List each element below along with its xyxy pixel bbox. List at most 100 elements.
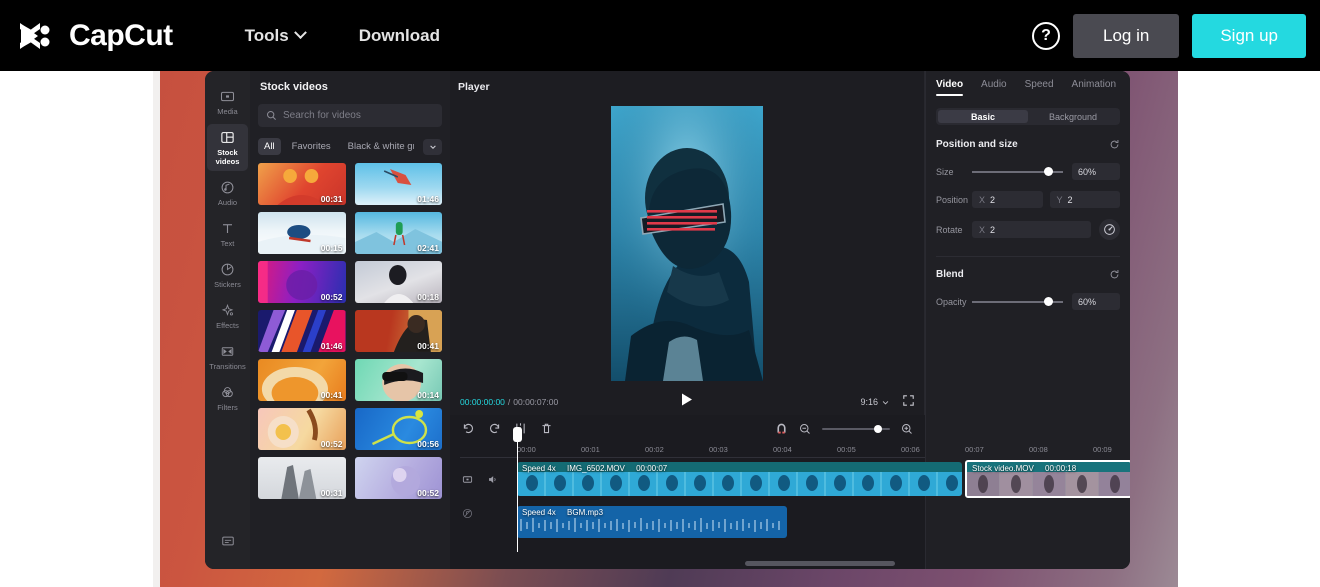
position-x-value: 2 [990, 194, 996, 205]
sidebar-item-transitions[interactable]: Transitions [207, 338, 248, 376]
stock-thumbnail[interactable]: 00:52 [258, 261, 346, 303]
position-x-input[interactable]: X 2 [972, 191, 1043, 208]
stock-thumbnail[interactable]: 01:46 [258, 310, 346, 352]
stock-thumbnail[interactable]: 00:41 [354, 310, 442, 352]
thumbnail-duration: 01:46 [417, 194, 439, 204]
chevron-down-icon[interactable] [423, 138, 442, 155]
sidebar-item-text-label: Text [220, 239, 235, 248]
size-slider[interactable] [972, 166, 1063, 176]
stock-thumbnail[interactable]: 00:52 [354, 457, 442, 499]
navbar-actions: ? Log in Sign up [1032, 13, 1306, 58]
aspect-ratio-selector[interactable]: 9:16 [860, 397, 889, 407]
filters-icon [222, 387, 233, 398]
timeline-clip-video-2[interactable]: Stock video.MOV 00:00:18 [965, 460, 1130, 498]
playhead[interactable] [513, 427, 522, 552]
effects-icon [221, 303, 234, 316]
search-input[interactable]: Search for videos [258, 104, 442, 127]
stock-thumbnail[interactable]: 00:31 [258, 163, 346, 205]
sidebar-item-audio[interactable]: Audio [207, 174, 248, 212]
sidebar-item-filters[interactable]: Filters [207, 379, 248, 417]
stock-thumbnail[interactable]: 00:41 [258, 359, 346, 401]
section-title: Position and size [936, 139, 1018, 150]
chip-black-and-white-group[interactable]: Black & white group [342, 138, 414, 155]
opacity-row: Opacity 60% [936, 293, 1120, 310]
stock-thumbnail[interactable]: 00:14 [354, 359, 442, 401]
sidebar-item-stickers[interactable]: Stickers [207, 256, 248, 294]
signup-button[interactable]: Sign up [1192, 13, 1306, 58]
tab-audio[interactable]: Audio [981, 79, 1007, 96]
opacity-slider-knob[interactable] [1044, 296, 1053, 306]
zoom-in-icon[interactable] [901, 423, 913, 435]
playhead-handle[interactable] [513, 427, 522, 442]
size-value[interactable]: 60% [1072, 163, 1120, 180]
sidebar-item-effects[interactable]: Effects [207, 297, 248, 335]
timeline-ruler[interactable]: 00:00 00:01 00:02 00:03 00:04 00:05 00:0… [460, 442, 1112, 458]
stock-thumbnail[interactable]: 00:18 [354, 261, 442, 303]
timeline-horizontal-scrollbar[interactable] [745, 561, 895, 566]
tab-video[interactable]: Video [936, 79, 964, 96]
stock-thumbnail[interactable]: 00:52 [258, 408, 346, 450]
thumbnail-duration: 00:31 [320, 488, 343, 498]
segment-background[interactable]: Background [1028, 110, 1118, 123]
player-panel: Player 00:00:00:00 / 00:00:07:00 9:16 [450, 71, 925, 415]
timeline-clip-audio-1[interactable]: Speed 4x BGM.mp3 [517, 506, 787, 538]
undo-icon[interactable] [462, 422, 475, 435]
stock-thumbnail[interactable]: 01:46 [354, 163, 442, 205]
timeline-clip-video-1[interactable]: Speed 4x IMG_6502.MOV 00:00:07 [517, 462, 962, 496]
brand-logo[interactable]: CapCut [18, 19, 173, 53]
opacity-value[interactable]: 60% [1072, 293, 1120, 310]
tab-speed[interactable]: Speed [1025, 79, 1054, 96]
video-preview[interactable] [611, 105, 763, 381]
opacity-slider[interactable] [972, 296, 1063, 306]
captions-icon[interactable] [221, 534, 235, 553]
stock-thumbnail[interactable]: 00:31 [258, 457, 346, 499]
tab-animation[interactable]: Animation [1072, 79, 1116, 96]
help-label: ? [1041, 26, 1051, 44]
redo-icon[interactable] [488, 422, 501, 435]
speaker-icon[interactable] [487, 472, 498, 490]
reset-icon[interactable] [1109, 269, 1120, 280]
rotate-input[interactable]: X 2 [972, 221, 1091, 238]
size-slider-knob[interactable] [1044, 166, 1053, 176]
audio-muted-icon[interactable] [462, 506, 473, 524]
sidebar-item-stock-videos[interactable]: Stock videos [207, 124, 248, 171]
zoom-out-icon[interactable] [799, 423, 811, 435]
position-x-axis-label: X [979, 194, 986, 205]
thumbnail-duration: 00:52 [320, 292, 343, 302]
stock-thumbnail[interactable]: 00:56 [354, 408, 442, 450]
chip-all[interactable]: All [258, 138, 281, 155]
question-mark-circle-icon[interactable]: ? [1032, 21, 1060, 50]
clip-label: Speed 4x BGM.mp3 [522, 508, 612, 517]
position-row: Position X 2 Y 2 [936, 191, 1120, 208]
section-divider [936, 256, 1120, 257]
sidebar-item-text[interactable]: Text [207, 215, 248, 253]
rotate-dial-icon[interactable] [1099, 219, 1120, 240]
play-icon[interactable] [681, 393, 693, 411]
ruler-tick: 00:09 [1093, 445, 1112, 454]
ruler-tick: 00:08 [1029, 445, 1048, 454]
magnet-snap-icon[interactable] [775, 422, 788, 435]
stock-thumbnail[interactable]: 02:41 [354, 212, 442, 254]
total-timecode: 00:00:07:00 [513, 397, 559, 407]
sidebar-item-media[interactable]: Media [207, 83, 248, 121]
timeline-zoom-slider[interactable] [822, 424, 890, 433]
fullscreen-icon[interactable] [903, 393, 914, 411]
reset-icon[interactable] [1109, 139, 1120, 150]
thumbnail-duration: 00:56 [417, 439, 439, 449]
hide-track-icon[interactable] [462, 472, 473, 490]
nav-item-download[interactable]: Download [359, 26, 440, 46]
position-y-input[interactable]: Y 2 [1049, 191, 1120, 208]
brand-name: CapCut [69, 18, 173, 52]
nav-item-tools[interactable]: Tools [245, 26, 307, 46]
thumbnail-duration: 00:14 [417, 390, 439, 400]
player-controls: 00:00:00:00 / 00:00:07:00 9:16 [450, 389, 924, 415]
chip-favorites[interactable]: Favorites [286, 138, 337, 155]
segment-basic[interactable]: Basic [938, 110, 1028, 123]
rotate-row: Rotate X 2 [936, 219, 1120, 240]
transitions-icon [221, 347, 234, 356]
size-row: Size 60% [936, 163, 1120, 180]
login-button[interactable]: Log in [1073, 13, 1180, 58]
stock-thumbnail[interactable]: 00:15 [258, 212, 346, 254]
delete-icon[interactable] [540, 422, 553, 435]
zoom-slider-knob[interactable] [874, 424, 882, 433]
